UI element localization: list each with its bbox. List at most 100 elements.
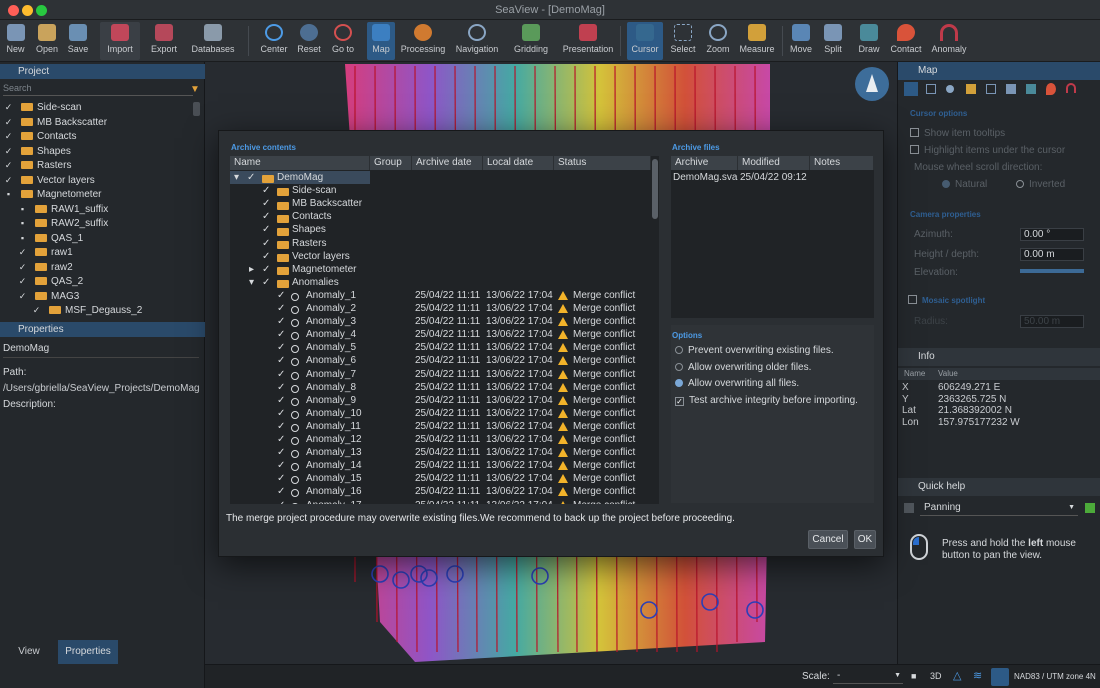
checkmark-icon[interactable]: ✓ [18,260,27,274]
checkmark-icon[interactable]: ✓ [262,210,270,223]
col-group[interactable]: Group [370,156,412,170]
anomaly-row[interactable]: ✓ Anomaly_2 25/04/22 11:11 13/06/22 17:04 Me… [230,302,651,315]
archive-folder-row[interactable]: ✓ Side-scan [230,184,651,197]
ok-button[interactable]: OK [854,530,876,549]
project-scrollbar[interactable] [193,102,200,116]
project-tree-item[interactable]: ✓ Shapes [4,144,71,158]
checkmark-icon[interactable]: ✓ [277,499,285,505]
tab-properties[interactable]: Properties [58,640,118,664]
save-button[interactable]: Save [64,22,92,60]
project-tree-item[interactable]: ▪ RAW2_suffix [18,216,108,230]
project-tree-item[interactable]: ▪ QAS_1 [18,231,83,245]
center-button[interactable]: Center [258,22,290,60]
tab-view[interactable]: View [8,640,50,664]
quick-help-select[interactable]: Panning ▼ [920,501,1078,516]
checkmark-icon[interactable]: ✓ [277,394,285,407]
anomaly-row[interactable]: ✓ Anomaly_11 25/04/22 11:11 13/06/22 17:04 M… [230,420,651,433]
north-arrow-button[interactable] [855,67,889,101]
goto-button[interactable]: Go to [328,22,358,60]
zoom-button[interactable]: Zoom [704,22,732,60]
project-tree-item[interactable]: ✓ raw2 [18,260,73,274]
elevation-slider[interactable] [1020,269,1084,273]
checkmark-icon[interactable]: ✓ [18,289,27,303]
anomaly-row[interactable]: ✓ Anomaly_3 25/04/22 11:11 13/06/22 17:04 Me… [230,315,651,328]
export-button[interactable]: Export [144,22,184,60]
checkmark-icon[interactable]: ✓ [277,368,285,381]
checkmark-icon[interactable]: ✓ [262,197,270,210]
project-tree[interactable]: ✓ Side-scan ✓ MB Backscatter ✓ Contacts ✓ Shape… [0,100,196,350]
anomaly-row[interactable]: ✓ Anomaly_16 25/04/22 11:11 13/06/22 17:04 M… [230,485,651,498]
project-tree-item[interactable]: ✓ QAS_2 [18,274,84,288]
split-icon[interactable] [1006,84,1016,94]
anomaly-row[interactable]: ✓ Anomaly_7 25/04/22 11:11 13/06/22 17:04 Me… [230,368,651,381]
anomaly-row[interactable]: ✓ Anomaly_8 25/04/22 11:11 13/06/22 17:04 Me… [230,381,651,394]
mode-3d-toggle[interactable]: 3D [930,671,942,681]
checkmark-icon[interactable]: ✓ [262,263,270,276]
move-icon[interactable] [986,84,996,94]
cursor-button[interactable]: Cursor [627,22,663,60]
project-tree-item[interactable]: ✓ Vector layers [4,173,95,187]
navigation-button[interactable]: Navigation [455,22,499,60]
measure-button[interactable]: Measure [738,22,776,60]
unchecked-box-icon[interactable]: ▪ [4,187,13,201]
anomaly-row[interactable]: ✓ Anomaly_6 25/04/22 11:11 13/06/22 17:04 Me… [230,354,651,367]
project-tree-item[interactable]: ✓ MB Backscatter [4,115,107,129]
archive-scrollbar-thumb[interactable] [652,159,658,219]
archive-folder-row[interactable]: ✓ Shapes [230,223,651,236]
cursor-tool-icon[interactable] [904,82,918,96]
anomaly-row[interactable]: ✓ Anomaly_10 25/04/22 11:11 13/06/22 17:04 M… [230,407,651,420]
col-status[interactable]: Status [554,156,651,170]
reset-button[interactable]: Reset [294,22,324,60]
col-modified[interactable]: Modified [738,156,810,170]
checkmark-icon[interactable]: ✓ [32,303,41,317]
archive-folder-row[interactable]: ▸ ✓ Magnetometer [230,263,651,276]
archive-root-row[interactable]: ▾ ✓ DemoMag [230,171,370,184]
checkmark-icon[interactable]: ✓ [4,100,13,114]
project-tree-item[interactable]: ✓ Side-scan [4,100,82,114]
checkmark-icon[interactable]: ✓ [4,158,13,172]
checkmark-icon[interactable]: ✓ [277,446,285,459]
project-tree-item[interactable]: ▪ RAW1_suffix [18,202,108,216]
new-button[interactable]: New [3,22,28,60]
inverted-radio[interactable]: Inverted [1016,179,1065,190]
unchecked-box-icon[interactable]: ▪ [18,202,27,216]
project-tree-item[interactable]: ✓ Rasters [4,158,72,172]
move-button[interactable]: Move [788,22,814,60]
checkmark-icon[interactable]: ✓ [277,289,285,302]
draw-icon[interactable] [1026,84,1036,94]
col-archive-date[interactable]: Archive date [412,156,483,170]
next-help-button[interactable] [1085,503,1095,513]
expand-arrow-icon[interactable]: ▸ [249,263,254,276]
archive-folder-row[interactable]: ✓ Contacts [230,210,651,223]
checkmark-icon[interactable]: ✓ [277,472,285,485]
natural-radio[interactable]: Natural [942,179,987,190]
azimuth-input[interactable]: 0.00 ° [1020,228,1084,241]
unchecked-box-icon[interactable]: ▪ [18,216,27,230]
archive-folder-row[interactable]: ✓ Rasters [230,237,651,250]
grid-icon[interactable] [926,84,936,94]
checkmark-icon[interactable]: ✓ [277,485,285,498]
anomaly-row[interactable]: ✓ Anomaly_14 25/04/22 11:11 13/06/22 17:04 M… [230,459,651,472]
checkmark-icon[interactable]: ✓ [262,276,270,289]
radius-input[interactable]: 50.00 m [1020,315,1084,328]
select-button[interactable]: Select [668,22,698,60]
draw-button[interactable]: Draw [856,22,882,60]
anomaly-row[interactable]: ✓ Anomaly_9 25/04/22 11:11 13/06/22 17:04 Me… [230,394,651,407]
highlight-items-checkbox[interactable]: Highlight items under the cursor [910,145,1065,156]
archive-folder-row[interactable]: ✓ Vector layers [230,250,651,263]
col-archive[interactable]: Archive [671,156,738,170]
checkmark-icon[interactable]: ✓ [262,184,270,197]
filter-icon[interactable]: ▼ [190,84,200,95]
test-integrity-checkbox[interactable]: ✓ Test archive integrity before importing… [675,395,858,406]
archive-file-row[interactable]: DemoMag.sva 25/04/22 09:12 [671,171,874,184]
col-name[interactable]: Name [230,156,370,170]
checkmark-icon[interactable]: ✓ [262,250,270,263]
project-tree-item[interactable]: ▪ Magnetometer [4,187,102,201]
databases-button[interactable]: Databases [190,22,236,60]
checkmark-icon[interactable]: ✓ [4,144,13,158]
point-icon[interactable] [946,85,954,93]
checkmark-icon[interactable]: ✓ [277,420,285,433]
checkmark-icon[interactable]: ✓ [262,237,270,250]
magnet-icon[interactable] [1066,83,1076,93]
collapse-arrow-icon[interactable]: ▾ [234,171,239,184]
